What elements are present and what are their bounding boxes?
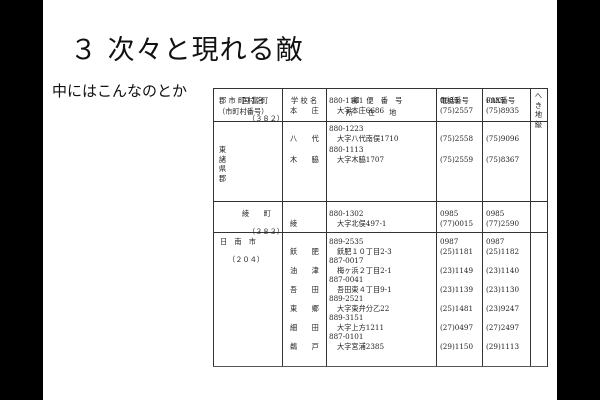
cell-address: 大字木脇1707 <box>337 155 385 164</box>
cell-fax-area: 0985 <box>486 209 505 218</box>
bottom-rule <box>213 366 547 367</box>
slide: ３ 次々と現れる敵 中にはこんなのとか 郡 市 町 村 名 （市町村番号） 学 … <box>43 0 557 400</box>
cell-code: （３８２） <box>248 114 284 123</box>
cell-postal: 887-0017 <box>329 256 364 265</box>
cell-postal: 880-1101 <box>329 96 364 105</box>
cell-phone: (75)2558 <box>440 134 474 143</box>
cell-phone: (25)1481 <box>440 304 474 313</box>
cell-address: 大字東弁分乙22 <box>337 304 390 313</box>
cell-postal: 889-2535 <box>329 237 364 246</box>
cell-postal: 887-0101 <box>329 332 364 341</box>
cell-school: 細 田 <box>290 323 319 332</box>
cell-school: 綾 <box>290 219 298 228</box>
cell-postal: 880-1113 <box>329 145 364 154</box>
cell-address: 大字上方1211 <box>337 323 385 332</box>
cell-school: 油 津 <box>290 266 319 275</box>
cell-address: 吾田東４丁目9-1 <box>337 285 392 294</box>
cell-fax: (23)1130 <box>486 285 520 294</box>
cell-phone-area: 0985 <box>440 209 459 218</box>
cell-municipality: 綾 町 <box>242 209 271 218</box>
cell-phone-area: 0987 <box>440 237 459 246</box>
cell-phone: (77)0015 <box>440 219 474 228</box>
cell-address: 大字本庄6686 <box>337 106 385 115</box>
column-divider <box>547 89 548 367</box>
cell-fax: (75)8935 <box>486 106 520 115</box>
cell-phone-area: 0985 <box>440 96 459 105</box>
cell-municipality: 国 富 町 <box>242 96 269 105</box>
cell-phone: (75)2559 <box>440 155 474 164</box>
cell-school: 鵜 戸 <box>290 342 319 351</box>
cell-fax: (29)1113 <box>486 342 520 351</box>
column-divider <box>482 89 483 367</box>
cell-postal: 880-1223 <box>329 124 364 133</box>
cell-fax: (25)1182 <box>486 247 520 256</box>
cell-postal: 889-3151 <box>329 313 364 322</box>
cell-postal: 889-2521 <box>329 294 364 303</box>
cell-address: 大字北俣497-1 <box>337 219 387 228</box>
cell-school: 東 郷 <box>290 304 319 313</box>
cell-fax: (75)9096 <box>486 134 520 143</box>
cell-code: （３８３） <box>248 227 284 236</box>
cell-address: 大字宮浦2385 <box>337 342 385 351</box>
cell-fax: (23)1140 <box>486 266 520 275</box>
cell-school: 吾 田 <box>290 285 319 294</box>
cell-address: 飫肥１０丁目2-3 <box>337 247 392 256</box>
cell-municipality: 日 南 市 <box>220 237 256 246</box>
cell-school: 飫 肥 <box>290 247 319 256</box>
cell-school: 八 代 <box>290 134 319 143</box>
cell-phone: (23)1139 <box>440 285 474 294</box>
cell-fax-area: 0985 <box>486 96 505 105</box>
slide-title: ３ 次々と現れる敵 <box>70 35 304 66</box>
column-divider <box>530 89 531 367</box>
group-label: 東諸県郡 <box>218 145 227 184</box>
cell-fax: (75)8367 <box>486 155 520 164</box>
cell-phone: (27)0497 <box>440 323 474 332</box>
column-divider <box>436 89 437 367</box>
cell-address: 梅ヶ浜２丁目2-1 <box>337 266 392 275</box>
cell-phone: (29)1150 <box>440 342 474 351</box>
cell-phone: (75)2557 <box>440 106 474 115</box>
cell-fax: (77)2590 <box>486 219 520 228</box>
cell-address: 大字八代南俣1710 <box>337 134 399 143</box>
header-school: 学 校 名 <box>291 96 318 105</box>
column-divider <box>326 89 327 367</box>
cell-phone: (23)1149 <box>440 266 474 275</box>
header-remote: へき地級 <box>534 91 543 130</box>
section-divider <box>214 201 548 202</box>
school-directory-table: 郡 市 町 村 名 （市町村番号） 学 校 名 郵 便 番 号 所 在 地 電話… <box>213 88 548 367</box>
cell-fax: (23)9247 <box>486 304 520 313</box>
cell-phone: (25)1181 <box>440 247 474 256</box>
cell-school: 本 庄 <box>290 106 319 115</box>
cell-postal: 880-1302 <box>329 209 364 218</box>
cell-school: 木 脇 <box>290 155 319 164</box>
cell-postal: 887-0041 <box>329 275 364 284</box>
cell-fax-area: 0987 <box>486 237 505 246</box>
slide-subtitle: 中にはこんなのとか <box>52 82 188 100</box>
cell-fax: (27)2497 <box>486 323 520 332</box>
cell-code: （２０４） <box>228 255 264 264</box>
